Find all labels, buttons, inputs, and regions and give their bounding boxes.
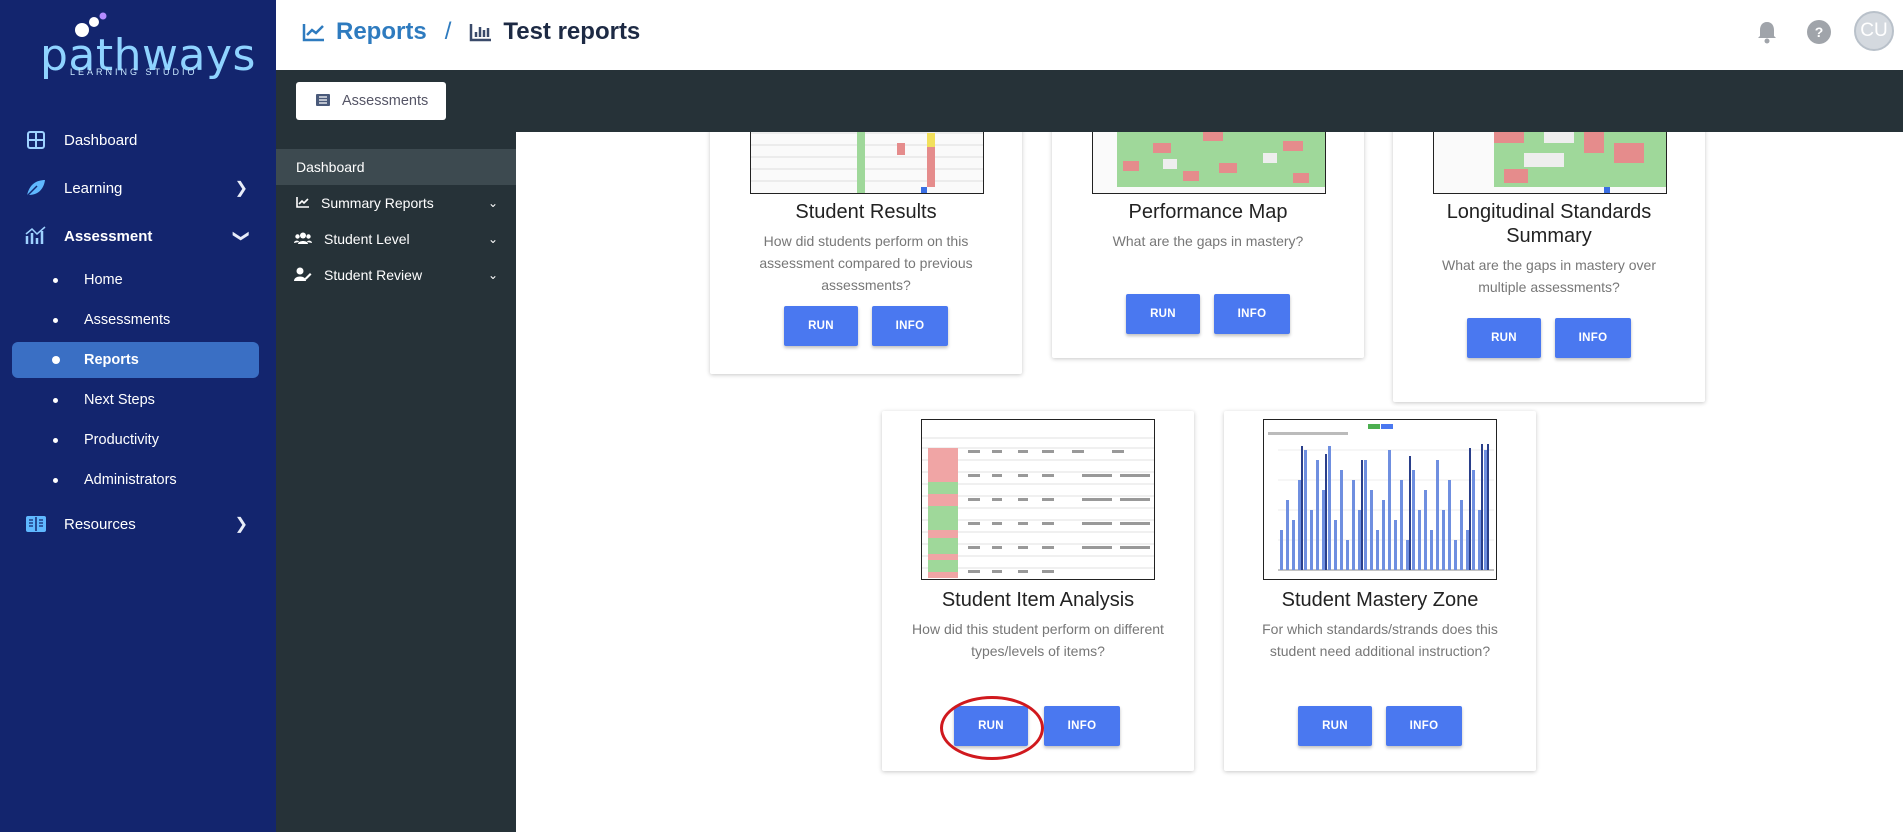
chevron-down-icon: ⌄ (487, 232, 498, 246)
user-avatar[interactable]: CU (1854, 11, 1894, 51)
assessments-button[interactable]: Assessments (296, 82, 446, 120)
breadcrumb-reports-link[interactable]: Reports (336, 18, 427, 46)
nav-subitem-label: Reports (84, 352, 139, 368)
assessment-chart-icon (25, 225, 47, 247)
run-button[interactable]: RUN (1467, 318, 1541, 358)
nav-item-dashboard[interactable]: Dashboard (0, 120, 276, 160)
report-card-longitudinal-standards-summary: Longitudinal Standards Summary What are … (1393, 132, 1705, 402)
reports-sidebar: Dashboard Summary Reports ⌄ Student Leve… (276, 132, 516, 832)
nav-item-label: Dashboard (64, 131, 138, 149)
book-icon (25, 513, 47, 535)
run-button[interactable]: RUN (1126, 294, 1200, 334)
users-icon (294, 232, 312, 247)
chart-line-icon (294, 196, 312, 211)
nav-item-resources[interactable]: Resources ❯ (0, 504, 276, 544)
nav-item-label: Assessment (64, 227, 153, 245)
bullet-icon (53, 437, 58, 443)
report-card-performance-map: Performance Map What are the gaps in mas… (1052, 132, 1364, 358)
sidebar2-dashboard[interactable]: Dashboard (276, 149, 516, 185)
nav-subitem-assessments[interactable]: Assessments (12, 302, 259, 338)
nav-item-label: Learning (64, 179, 123, 197)
notifications-button[interactable] (1753, 18, 1781, 46)
card-title: Student Item Analysis (941, 589, 1135, 611)
nav-subitem-label: Administrators (84, 472, 177, 488)
report-card-student-mastery-zone: Student Mastery Zone For which standards… (1224, 411, 1536, 771)
list-icon (316, 93, 330, 109)
breadcrumb-separator: / (444, 18, 452, 45)
chevron-down-icon: ❯ (232, 229, 250, 243)
nav-subitem-label: Assessments (84, 312, 171, 328)
brand-tagline: LEARNING STUDIO (70, 67, 198, 77)
sidebar2-summary-reports[interactable]: Summary Reports ⌄ (276, 185, 516, 221)
top-header: Reports / Test reports ? CU (276, 0, 1903, 70)
card-description: How did this student perform on differen… (912, 621, 1164, 659)
bullet-icon (53, 277, 58, 283)
nav-item-learning[interactable]: Learning ❯ (0, 168, 276, 208)
run-button[interactable]: RUN (1298, 706, 1372, 746)
report-card-student-results: Student Results How did students perform… (710, 132, 1022, 374)
card-description: What are the gaps in mastery over multip… (1442, 257, 1656, 295)
info-button[interactable]: INFO (872, 306, 948, 346)
nav-subitem-productivity[interactable]: Productivity (12, 422, 259, 458)
nav-subitem-home[interactable]: Home (12, 262, 259, 298)
chevron-down-icon: ⌄ (487, 268, 498, 282)
card-description: What are the gaps in mastery? (1112, 233, 1304, 249)
nav-subitem-administrators[interactable]: Administrators (12, 462, 259, 498)
info-button[interactable]: INFO (1386, 706, 1462, 746)
nav-subitem-next-steps[interactable]: Next Steps (12, 382, 259, 418)
reports-content: Student Results How did students perform… (516, 132, 1903, 832)
sidebar2-item-label: Student Level (324, 231, 410, 247)
card-description: For which standards/strands does this st… (1262, 621, 1498, 659)
report-thumbnail (750, 132, 984, 194)
bell-icon (1758, 22, 1776, 44)
dashboard-grid-icon (25, 129, 47, 151)
main-navigation: pathways LEARNING STUDIO Dashboard Learn… (0, 0, 276, 832)
user-edit-icon (294, 267, 312, 284)
info-button[interactable]: INFO (1214, 294, 1290, 334)
nav-subitem-label: Next Steps (84, 392, 155, 408)
chevron-right-icon: ❯ (234, 180, 248, 197)
bar-chart-icon (469, 22, 493, 42)
sidebar2-item-label: Student Review (324, 267, 423, 283)
report-thumbnail (921, 419, 1155, 580)
highlight-circle-annotation (940, 696, 1044, 760)
bullet-icon (53, 397, 58, 403)
card-title: Longitudinal Standards Summary (1446, 201, 1652, 247)
nav-item-label: Resources (64, 515, 136, 533)
breadcrumb: Reports / Test reports (302, 18, 640, 46)
assessments-button-label: Assessments (342, 93, 429, 109)
sidebar2-item-label: Summary Reports (321, 195, 434, 211)
chevron-right-icon: ❯ (234, 516, 248, 533)
sidebar2-student-review[interactable]: Student Review ⌄ (276, 257, 516, 293)
run-button[interactable]: RUN (784, 306, 858, 346)
bullet-icon (52, 356, 60, 364)
nav-subitem-label: Productivity (84, 432, 159, 448)
nav-subitem-label: Home (84, 272, 123, 288)
info-button[interactable]: INFO (1044, 706, 1120, 746)
sidebar2-student-level[interactable]: Student Level ⌄ (276, 221, 516, 257)
bullet-icon (53, 317, 58, 323)
card-title: Performance Map (1128, 201, 1288, 223)
report-thumbnail (1092, 132, 1326, 194)
info-button[interactable]: INFO (1555, 318, 1631, 358)
leaf-icon (25, 177, 47, 199)
chevron-down-icon: ⌄ (487, 196, 498, 210)
report-thumbnail (1433, 132, 1667, 194)
card-title: Student Mastery Zone (1281, 589, 1479, 611)
card-description: How did students perform on this assessm… (759, 233, 973, 293)
card-title: Student Results (795, 201, 937, 223)
line-chart-icon (302, 22, 326, 42)
nav-subitem-reports[interactable]: Reports (12, 342, 259, 378)
report-thumbnail (1263, 419, 1497, 580)
page-title: Test reports (503, 18, 641, 45)
help-button[interactable]: ? (1807, 20, 1831, 44)
nav-item-assessment[interactable]: Assessment ❯ (0, 216, 276, 256)
bullet-icon (53, 477, 58, 483)
toolbar-band: Assessments (276, 70, 1903, 132)
